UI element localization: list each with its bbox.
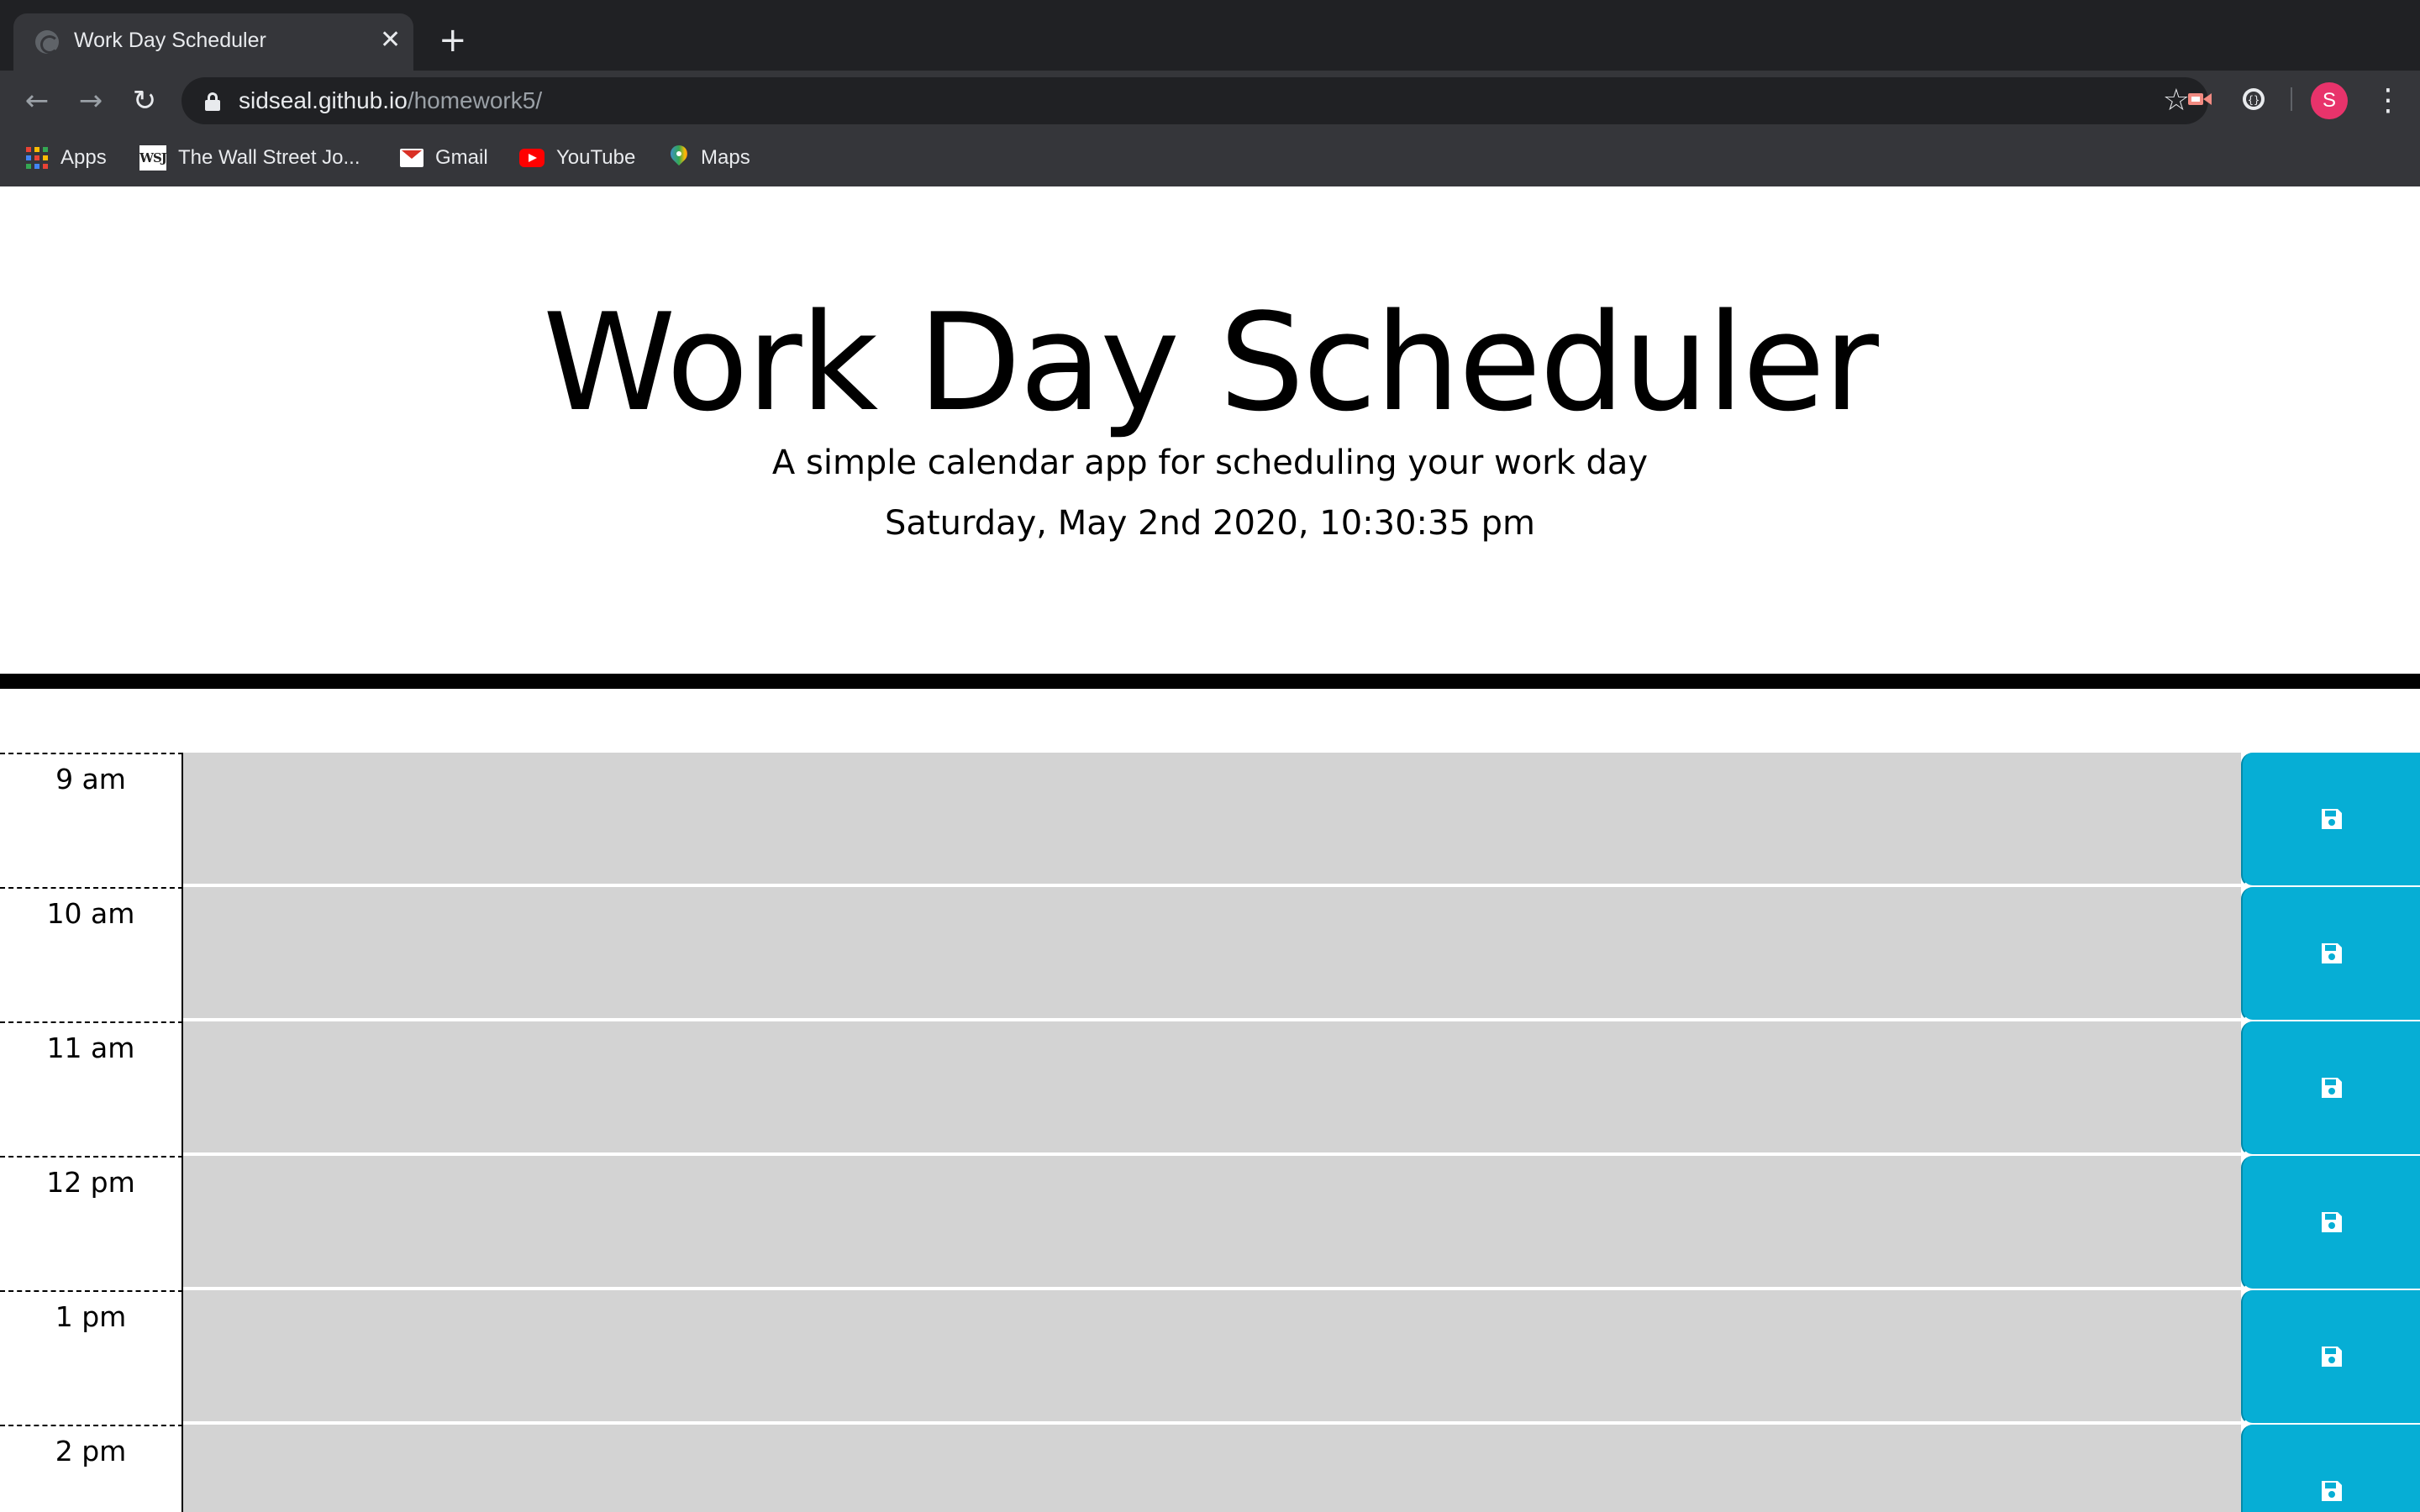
save-button[interactable]	[2241, 887, 2420, 1021]
save-icon	[2321, 1078, 2342, 1098]
maps-icon	[669, 145, 689, 171]
bookmark-wsj[interactable]: WSJ The Wall Street Jo...	[139, 139, 360, 176]
bookmarks-bar: Apps WSJ The Wall Street Jo... Gmail You…	[0, 139, 2420, 176]
bookmark-label: Gmail	[435, 146, 488, 169]
hour-label: 11 am	[0, 1021, 183, 1156]
forward-arrow-icon[interactable]: →	[74, 84, 108, 118]
globe-icon	[35, 30, 59, 54]
hour-label: 9 am	[0, 753, 183, 887]
time-block-row: 11 am	[0, 1021, 2420, 1156]
hour-label: 1 pm	[0, 1290, 183, 1425]
bookmark-gmail[interactable]: Gmail	[400, 139, 488, 176]
time-block-row: 9 am	[0, 753, 2420, 887]
save-icon	[2321, 943, 2342, 963]
save-icon	[2321, 1212, 2342, 1232]
bookmark-label: Apps	[60, 146, 107, 169]
time-block-row: 1 pm	[0, 1290, 2420, 1425]
youtube-icon	[519, 149, 544, 167]
wsj-icon: WSJ	[139, 145, 167, 171]
page-title: Work Day Scheduler	[543, 284, 1879, 441]
save-button[interactable]	[2241, 1021, 2420, 1156]
browser-toolbar: ← → ↻ sidseal.github.io/homework5/ ☆	[0, 71, 2420, 131]
svg-text:{}: {}	[2248, 94, 2260, 106]
event-description-input[interactable]	[183, 1021, 2241, 1154]
tab-work-day-scheduler[interactable]: Work Day Scheduler ✕	[13, 13, 413, 71]
apps-grid-icon	[25, 146, 49, 170]
gmail-icon	[400, 149, 424, 167]
event-description-input[interactable]	[183, 887, 2241, 1020]
time-block-row: 10 am	[0, 887, 2420, 1021]
tab-title: Work Day Scheduler	[74, 29, 266, 52]
extension-video-icon[interactable]	[2185, 84, 2215, 114]
hour-label: 10 am	[0, 887, 183, 1021]
bookmark-label: The Wall Street Jo...	[178, 146, 360, 169]
event-description-input[interactable]	[183, 1425, 2241, 1512]
event-description-input[interactable]	[183, 1156, 2241, 1289]
toolbar-separator	[2291, 87, 2292, 111]
save-button[interactable]	[2241, 1156, 2420, 1290]
browser-chrome: Work Day Scheduler ✕ + ← → ↻ sidseal.git…	[0, 0, 2420, 186]
profile-avatar[interactable]: S	[2311, 82, 2348, 119]
bookmark-youtube[interactable]: YouTube	[519, 139, 635, 176]
address-bar[interactable]: sidseal.github.io/homework5/ ☆	[182, 77, 2208, 124]
save-button[interactable]	[2241, 753, 2420, 887]
tab-strip: Work Day Scheduler ✕ +	[0, 0, 2420, 71]
save-button[interactable]	[2241, 1290, 2420, 1425]
more-menu-icon[interactable]: ⋮	[2373, 81, 2403, 121]
bookmark-label: Maps	[701, 146, 750, 169]
bookmark-apps[interactable]: Apps	[25, 139, 107, 176]
save-icon	[2321, 1481, 2342, 1501]
page-content: Work Day Scheduler A simple calendar app…	[0, 186, 2420, 1512]
url-host: sidseal.github.io	[239, 87, 408, 113]
bookmark-label: YouTube	[556, 146, 636, 169]
url-text[interactable]: sidseal.github.io/homework5/	[239, 87, 542, 114]
current-day: Saturday, May 2nd 2020, 10:30:35 pm	[885, 504, 1535, 543]
time-block-row: 2 pm	[0, 1425, 2420, 1512]
extension-code-icon[interactable]: {}	[2238, 84, 2269, 114]
reload-icon[interactable]: ↻	[128, 84, 161, 118]
lock-icon[interactable]	[205, 92, 220, 111]
bookmark-maps[interactable]: Maps	[669, 139, 750, 176]
jumbotron-header: Work Day Scheduler A simple calendar app…	[0, 186, 2420, 689]
back-arrow-icon[interactable]: ←	[20, 84, 54, 118]
new-tab-button[interactable]: +	[439, 22, 467, 59]
save-icon	[2321, 809, 2342, 829]
event-description-input[interactable]	[183, 1290, 2241, 1423]
time-block-row: 12 pm	[0, 1156, 2420, 1290]
event-description-input[interactable]	[183, 753, 2241, 885]
hour-label: 2 pm	[0, 1425, 183, 1512]
lead-text: A simple calendar app for scheduling you…	[771, 444, 1649, 482]
url-path: /homework5/	[407, 87, 543, 113]
save-icon	[2321, 1347, 2342, 1367]
hour-label: 12 pm	[0, 1156, 183, 1290]
close-tab-icon[interactable]: ✕	[380, 25, 401, 55]
save-button[interactable]	[2241, 1425, 2420, 1512]
